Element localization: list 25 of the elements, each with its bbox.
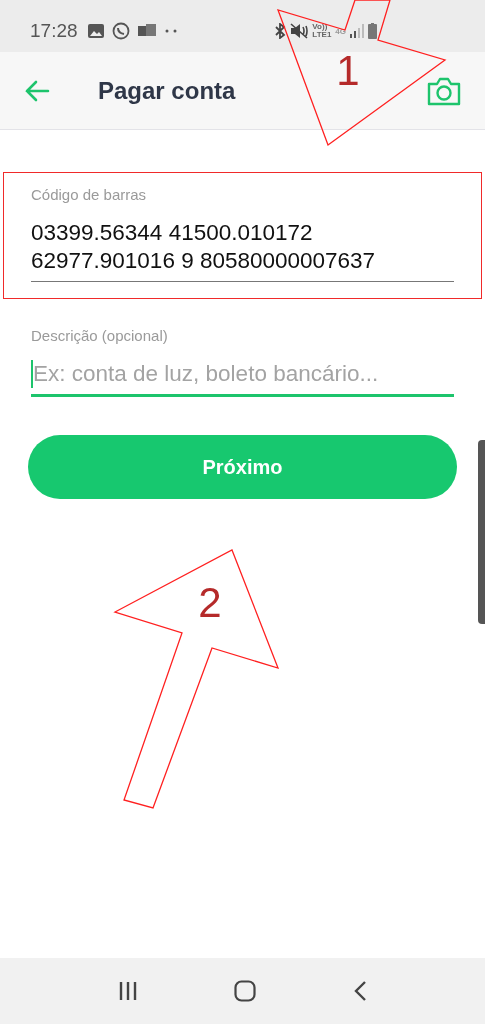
signal-icon [350, 24, 364, 38]
page-title: Pagar conta [98, 76, 237, 105]
annotation-number: 2 [198, 579, 222, 626]
network-text: 4G [335, 26, 346, 36]
mute-icon [290, 23, 309, 39]
description-field[interactable]: Ex: conta de luz, boleto bancário... [31, 360, 454, 397]
status-time: 17:28 [30, 20, 78, 42]
volte-text: Vo)) [312, 23, 328, 31]
back-arrow-icon [24, 79, 50, 102]
home-icon [234, 980, 257, 1002]
image-icon [87, 24, 104, 38]
scrollbar[interactable] [478, 440, 485, 624]
field-label: Descrição (opcional) [31, 327, 169, 344]
more-icon [163, 29, 178, 33]
annotation-number: 1 [336, 47, 360, 94]
field-label: Código de barras [31, 186, 148, 203]
recents-icon [118, 981, 139, 1001]
battery-icon [368, 23, 377, 39]
camera-icon [427, 75, 461, 106]
back-icon [352, 980, 367, 1002]
barcode-field[interactable]: 03399.56344 41500.010172 62977.901016 9 80580000007637 [31, 219, 454, 282]
lte-text: LTE1 [312, 31, 332, 39]
bluetooth-icon [274, 23, 287, 39]
card-icon [137, 24, 156, 38]
chat-icon [111, 22, 130, 40]
